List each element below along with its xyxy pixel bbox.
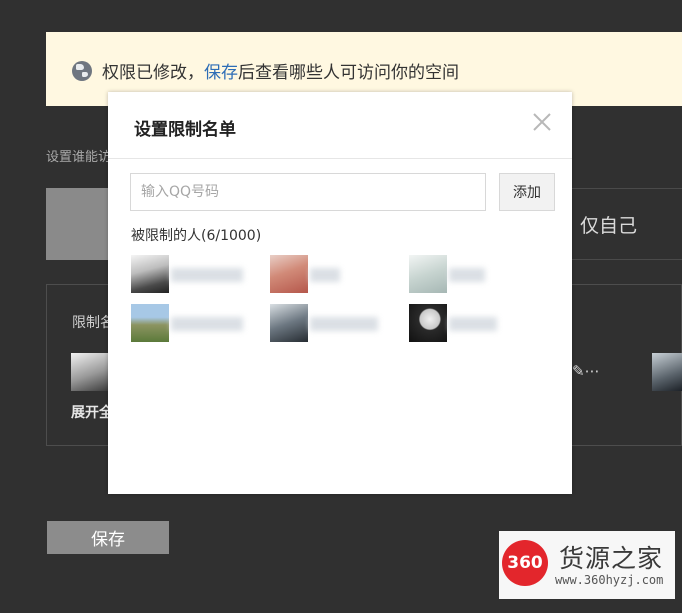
restricted-count-label: 被限制的人(6/1000) [131,228,262,244]
person-name-blurred [171,317,243,331]
avatar [131,255,169,293]
edit-list-icon[interactable]: ✎⋯ [572,362,600,380]
avatar [652,353,682,391]
visibility-option-tile[interactable] [46,188,108,260]
restricted-person[interactable] [270,255,400,295]
add-button[interactable]: 添加 [499,173,555,211]
avatar [409,304,447,342]
notice-prefix: 权限已修改， [102,63,204,83]
globe-icon [72,61,92,81]
person-name-blurred [449,317,497,331]
restricted-person[interactable] [409,255,539,295]
avatar [270,255,308,293]
watermark-logo-badge: 360 [502,540,548,586]
restricted-person[interactable] [409,304,539,344]
watermark-site-name: 货源之家 [559,544,664,573]
only-self-option-label: 仅自己 [580,215,638,237]
dialog-title: 设置限制名单 [134,120,236,140]
person-name-blurred [310,317,378,331]
restricted-person[interactable] [131,255,261,295]
who-can-view-label: 设置谁能访 [46,150,112,165]
close-icon[interactable] [531,111,553,133]
avatar [71,353,109,391]
person-name-blurred [310,268,340,282]
qq-number-input[interactable] [130,173,486,211]
restricted-list-dialog: 设置限制名单 添加 被限制的人(6/1000) [108,92,572,494]
person-name-blurred [449,268,485,282]
avatar [270,304,308,342]
avatar [409,255,447,293]
watermark-url: www.360hyzj.com [555,573,664,587]
save-button[interactable]: 保存 [47,521,169,554]
avatar [131,304,169,342]
expand-all-link[interactable]: 展开全 [71,402,113,422]
notice-save-link[interactable]: 保存 [204,63,238,83]
site-watermark: 360 货源之家 www.360hyzj.com [499,531,675,599]
dialog-divider [108,158,572,159]
person-name-blurred [171,268,243,282]
restricted-person[interactable] [131,304,261,344]
notice-message: 权限已修改，保存后查看哪些人可访问你的空间 [102,58,459,83]
restricted-person[interactable] [270,304,400,344]
notice-suffix: 后查看哪些人可访问你的空间 [238,63,459,83]
